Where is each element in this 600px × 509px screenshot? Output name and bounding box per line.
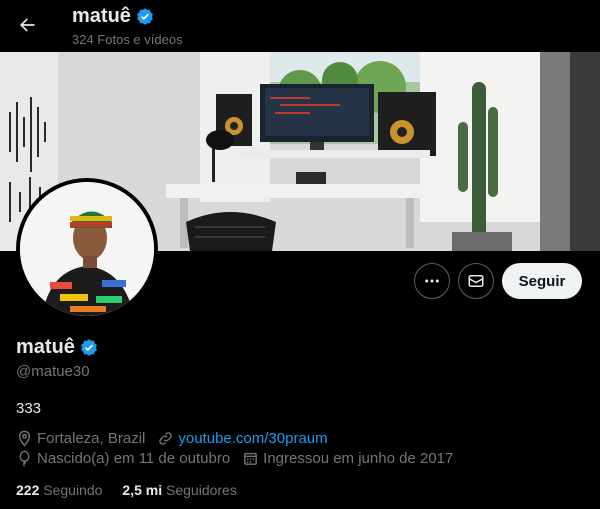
profile-birthday: Nascido(a) em 11 de outubro bbox=[16, 450, 230, 467]
header-post-count: 324 Fotos e vídeos bbox=[72, 32, 183, 47]
following-count: 222 bbox=[16, 482, 40, 498]
avatar-illustration bbox=[20, 182, 154, 316]
profile-location: Fortaleza, Brazil bbox=[16, 430, 145, 447]
followers-link[interactable]: 2,5 mi Seguidores bbox=[122, 482, 236, 498]
website-link[interactable]: youtube.com/30praum bbox=[178, 430, 327, 447]
following-link[interactable]: 222 Seguindo bbox=[16, 482, 102, 498]
profile-avatar[interactable] bbox=[16, 178, 158, 320]
location-text: Fortaleza, Brazil bbox=[37, 430, 146, 447]
followers-label: Seguidores bbox=[166, 482, 237, 498]
header-name: matuê bbox=[72, 5, 155, 28]
joined-text: Ingressou em junho de 2017 bbox=[263, 450, 454, 467]
more-icon bbox=[425, 279, 439, 283]
profile-name: matuê bbox=[16, 336, 99, 359]
balloon-icon bbox=[19, 450, 30, 467]
avatar-image bbox=[20, 182, 154, 316]
back-button[interactable] bbox=[12, 10, 42, 40]
verified-badge-icon bbox=[136, 7, 153, 25]
header-name-text: matuê bbox=[72, 5, 131, 27]
profile-meta-row-1: Fortaleza, Brazil youtube.com/30praum bbox=[16, 430, 340, 447]
birthday-text: Nascido(a) em 11 de outubro bbox=[37, 450, 231, 467]
verified-badge-icon[interactable] bbox=[79, 338, 99, 358]
profile-header: matuê 324 Fotos e vídeos bbox=[0, 0, 600, 52]
mail-icon bbox=[468, 275, 484, 287]
profile-website[interactable]: youtube.com/30praum bbox=[157, 430, 328, 447]
message-button[interactable] bbox=[458, 263, 494, 299]
follow-button[interactable]: Seguir bbox=[502, 263, 582, 299]
profile-joined: Ingressou em junho de 2017 bbox=[242, 450, 453, 467]
calendar-icon bbox=[244, 452, 258, 465]
profile-bio: 333 bbox=[16, 400, 42, 417]
location-pin-icon bbox=[18, 430, 31, 447]
following-label: Seguindo bbox=[43, 482, 103, 498]
arrow-left-icon bbox=[20, 18, 35, 32]
more-button[interactable] bbox=[414, 263, 450, 299]
followers-count: 2,5 mi bbox=[122, 482, 163, 498]
profile-handle: @matue30 bbox=[16, 363, 90, 380]
profile-meta-row-2: Nascido(a) em 11 de outubro Ingressou em… bbox=[16, 450, 465, 467]
profile-name-text: matuê bbox=[16, 336, 75, 358]
link-icon bbox=[159, 432, 173, 445]
profile-counts: 222 Seguindo 2,5 mi Seguidores bbox=[16, 482, 237, 498]
